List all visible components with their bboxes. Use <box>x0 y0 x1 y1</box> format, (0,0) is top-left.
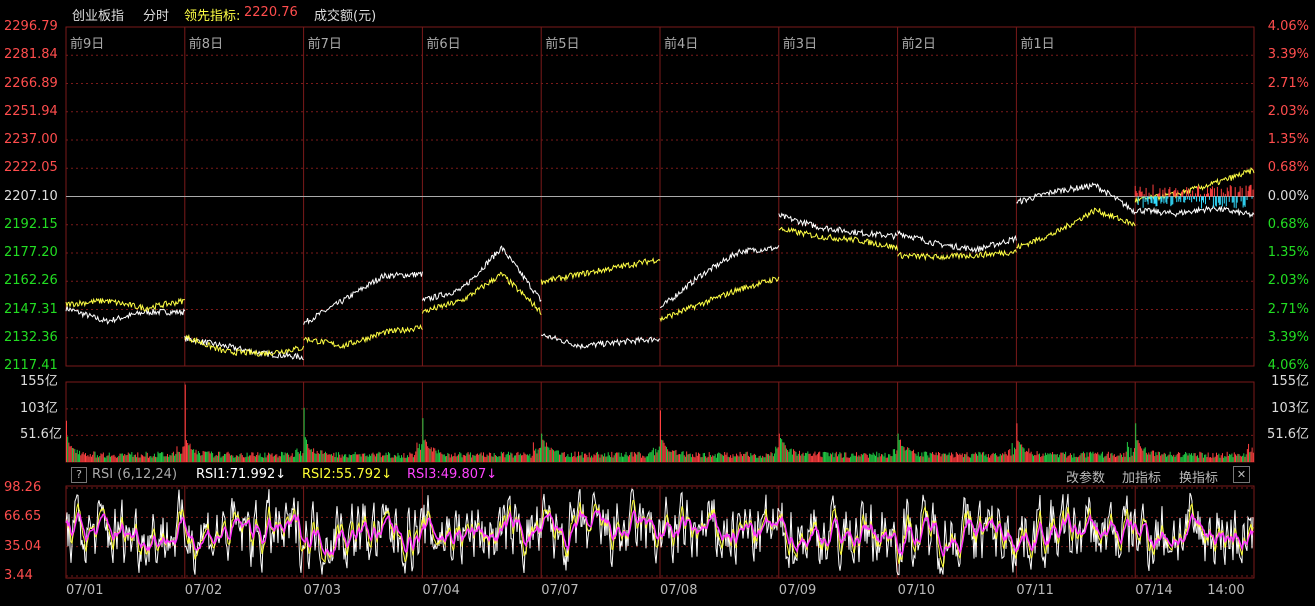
chart-canvas <box>65 26 1255 579</box>
volume-tick-left: 103亿 <box>20 400 58 416</box>
volume-tick-left: 155亿 <box>20 374 58 389</box>
pct-tick-right: 0.68% <box>1267 216 1309 232</box>
price-line-day-4 <box>421 245 542 303</box>
date-label: 07/10 <box>897 583 936 598</box>
price-tick-left: 2147.31 <box>4 301 58 317</box>
price-line-day-2 <box>184 333 305 357</box>
rsi-tick: 35.04 <box>4 538 42 554</box>
price-tick-left: 2162.26 <box>4 273 58 289</box>
switch-indicator-button[interactable]: 换指标 <box>1179 467 1218 486</box>
date-label: 07/03 <box>303 583 342 598</box>
price-tick-left: 2177.20 <box>4 245 58 260</box>
rsi-tick: 3.44 <box>4 568 33 583</box>
price-line-day-8 <box>897 230 1017 254</box>
date-label: 07/01 <box>66 583 104 598</box>
price-line-day-9 <box>1016 182 1136 216</box>
price-tick-left: 2266.89 <box>4 75 58 91</box>
volume-tick-right: 155亿 <box>1271 374 1309 389</box>
close-icon[interactable]: ✕ <box>1233 466 1250 483</box>
price-tick-left: 2296.79 <box>4 19 58 34</box>
price-line-day-8 <box>897 249 1017 262</box>
rsi-indicator-bar: ? RSI (6,12,24) RSI1:71.992↓ RSI2:55.792… <box>66 465 1254 486</box>
pct-tick-right: 0.00% <box>1267 188 1309 204</box>
day-label: 前6日 <box>426 37 461 52</box>
day-label: 前9日 <box>70 37 105 52</box>
day-label: 前7日 <box>307 37 342 52</box>
price-tick-left: 2237.00 <box>4 132 58 147</box>
price-line-day-1 <box>65 305 186 325</box>
price-line-day-5 <box>540 333 661 351</box>
pct-tick-right: 4.06% <box>1267 19 1309 34</box>
pct-tick-right: 1.35% <box>1267 132 1309 147</box>
day-label: 前2日 <box>901 37 936 52</box>
day-label: 前8日 <box>188 37 224 52</box>
rsi-title[interactable]: RSI (6,12,24) <box>92 467 177 482</box>
rsi-tick: 66.65 <box>4 509 42 525</box>
pct-tick-right: 4.06% <box>1267 358 1309 373</box>
rsi3-value: RSI3:49.807↓ <box>407 467 498 482</box>
rsi-tick: 98.26 <box>4 480 42 495</box>
price-line-day-3 <box>303 271 423 325</box>
date-label: 07/04 <box>422 583 460 598</box>
price-tick-left: 2207.10 <box>4 188 58 204</box>
pct-tick-right: 1.35% <box>1267 245 1309 260</box>
price-line-day-9 <box>1016 207 1136 249</box>
add-indicator-button[interactable]: 加指标 <box>1122 467 1161 486</box>
rsi1-value: RSI1:71.992↓ <box>196 467 287 482</box>
price-line-day-7 <box>778 212 898 241</box>
price-line-day-5 <box>540 257 661 285</box>
date-label: 07/11 <box>1016 583 1054 598</box>
day-label: 前4日 <box>664 37 699 52</box>
price-tick-left: 2251.94 <box>4 103 58 119</box>
day-label: 前5日 <box>545 37 580 52</box>
price-tick-left: 2117.41 <box>4 358 58 373</box>
rsi2-value: RSI2:55.792↓ <box>302 467 393 482</box>
pct-tick-right: 2.71% <box>1267 301 1309 317</box>
volume-tick-right: 103亿 <box>1271 400 1309 416</box>
date-label: 07/14 <box>1135 583 1173 598</box>
price-tick-left: 2222.05 <box>4 160 58 176</box>
change-params-button[interactable]: 改参数 <box>1066 467 1105 486</box>
pct-tick-right: 3.39% <box>1267 329 1309 345</box>
date-label: 07/02 <box>184 583 223 598</box>
time-label: 14:00 <box>1207 583 1245 598</box>
date-label: 07/08 <box>660 583 698 598</box>
price-line-day-2 <box>184 334 304 361</box>
help-button[interactable]: ? <box>71 467 87 483</box>
price-tick-left: 2132.36 <box>4 329 58 345</box>
price-tick-left: 2281.84 <box>4 47 58 63</box>
date-label: 07/07 <box>541 583 579 598</box>
price-line-day-6 <box>659 276 780 323</box>
date-label: 07/09 <box>778 583 817 598</box>
volume-tick-right: 51.6亿 <box>1267 427 1309 443</box>
volume-tick-left: 51.6亿 <box>20 427 62 443</box>
pct-tick-right: 2.03% <box>1267 273 1309 289</box>
price-line-day-3 <box>303 323 423 350</box>
pct-tick-right: 2.03% <box>1267 103 1309 119</box>
day-label: 前3日 <box>782 37 818 52</box>
pct-tick-right: 2.71% <box>1267 75 1309 91</box>
price-tick-left: 2192.15 <box>4 216 58 232</box>
pct-tick-right: 3.39% <box>1267 47 1309 63</box>
price-line-day-6 <box>660 245 780 308</box>
day-label: 前1日 <box>1020 37 1055 52</box>
pct-tick-right: 0.68% <box>1267 160 1309 176</box>
